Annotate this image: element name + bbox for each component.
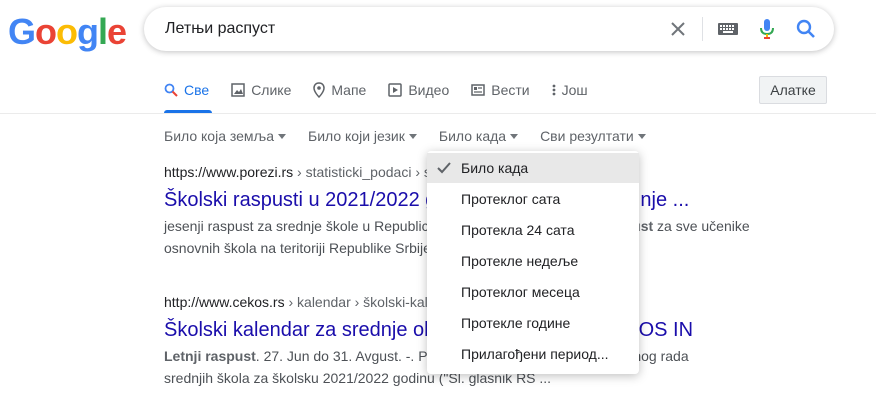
url-path: › kalendar › školski-kal	[284, 294, 428, 310]
menu-item-past-year[interactable]: Протекле године	[427, 308, 639, 338]
close-icon[interactable]	[666, 7, 690, 51]
map-pin-icon	[313, 82, 326, 98]
snippet-text: za sve učenike	[653, 218, 750, 234]
logo-letter: l	[98, 11, 108, 52]
google-logo[interactable]: Google	[8, 11, 127, 52]
menu-item-past-24h[interactable]: Протекла 24 сата	[427, 215, 639, 245]
menu-item-any-time[interactable]: Било када	[427, 153, 639, 183]
menu-item-past-hour[interactable]: Протеклог сата	[427, 184, 639, 214]
title-text: Školski raspusti u 2021/2022 g	[164, 189, 437, 211]
filter-label: Било када	[438, 128, 507, 144]
menu-item-label: Било када	[461, 160, 529, 176]
url-domain: https://www.porezi.rs	[164, 164, 294, 180]
tab-label: Све	[184, 82, 210, 98]
tab-label: Видео	[408, 82, 450, 98]
menu-item-label: Протеклог сата	[461, 191, 561, 207]
filter-results[interactable]: Сви резултати	[540, 128, 646, 144]
title-text: Školski kalendar za srednje ob	[164, 319, 436, 341]
search-tabs: Све Слике Мапе Видео Вести Још	[164, 80, 610, 102]
time-filter-menu: Било када Протеклог сата Протекла 24 сат…	[427, 151, 639, 374]
tab-label: Слике	[251, 82, 292, 98]
filter-language[interactable]: Било који језик	[308, 128, 417, 144]
tab-images[interactable]: Слике	[231, 80, 291, 100]
microphone-icon[interactable]	[755, 7, 779, 51]
filter-label: Било која земља	[164, 128, 275, 144]
logo-letter: o	[35, 11, 57, 52]
search-tools-bar: Било која земља Било који језик Било кад…	[164, 128, 668, 144]
video-icon	[388, 83, 403, 97]
menu-item-label: Протеклог месеца	[461, 284, 580, 300]
logo-letter: e	[107, 11, 127, 52]
menu-item-label: Протекле године	[461, 315, 571, 331]
search-box[interactable]: Летњи распуст	[144, 7, 834, 51]
filter-country[interactable]: Било која земља	[164, 128, 287, 144]
logo-letter: g	[77, 11, 99, 52]
search-input[interactable]: Летњи распуст	[165, 20, 275, 38]
divider	[702, 17, 703, 41]
url-path: › statisticki_podaci › s	[293, 164, 431, 180]
divider	[0, 113, 876, 114]
tab-label: Мапе	[331, 82, 367, 98]
snippet-bold: Letnji raspust	[164, 348, 256, 364]
news-icon	[471, 84, 485, 96]
menu-item-label: Прилагођени период...	[461, 346, 609, 362]
search-icon	[164, 83, 178, 97]
menu-item-past-week[interactable]: Протекле недеље	[427, 246, 639, 276]
tab-label: Вести	[491, 82, 530, 98]
caret-down-icon	[637, 133, 646, 139]
snippet-text: osnovnih škola na teritoriji Republike S…	[164, 240, 431, 256]
url-domain: http://www.cekos.rs	[164, 294, 285, 310]
tools-button[interactable]: Алатке	[759, 76, 827, 104]
filter-label: Било који језик	[308, 128, 405, 144]
tab-more[interactable]: Још	[552, 80, 588, 100]
image-icon	[231, 83, 245, 97]
caret-down-icon	[408, 133, 417, 139]
search-icon[interactable]	[794, 7, 818, 51]
snippet-text: . 27. Jun do 31. Avgust. -. P	[255, 348, 428, 364]
menu-item-custom-range[interactable]: Прилагођени период...	[427, 339, 639, 369]
tab-news[interactable]: Вести	[471, 80, 530, 100]
tab-label: Још	[561, 82, 588, 98]
title-text: nje ...	[640, 189, 690, 211]
filter-time[interactable]: Било када	[438, 128, 519, 144]
caret-down-icon	[278, 133, 287, 139]
filter-label: Сви резултати	[540, 128, 634, 144]
tab-all[interactable]: Све	[164, 80, 209, 100]
keyboard-icon[interactable]	[716, 7, 740, 51]
menu-item-label: Протекле недеље	[461, 253, 579, 269]
menu-item-past-month[interactable]: Протеклог месеца	[427, 277, 639, 307]
more-vert-icon	[552, 84, 556, 96]
check-icon	[437, 162, 451, 174]
logo-letter: o	[56, 11, 78, 52]
tab-maps[interactable]: Мапе	[313, 80, 366, 100]
caret-down-icon	[510, 133, 519, 139]
logo-letter: G	[8, 11, 36, 52]
snippet-text: jesenji raspust za srednje škole u Repub…	[164, 218, 429, 234]
menu-item-label: Протекла 24 сата	[461, 222, 575, 238]
tab-videos[interactable]: Видео	[388, 80, 449, 100]
